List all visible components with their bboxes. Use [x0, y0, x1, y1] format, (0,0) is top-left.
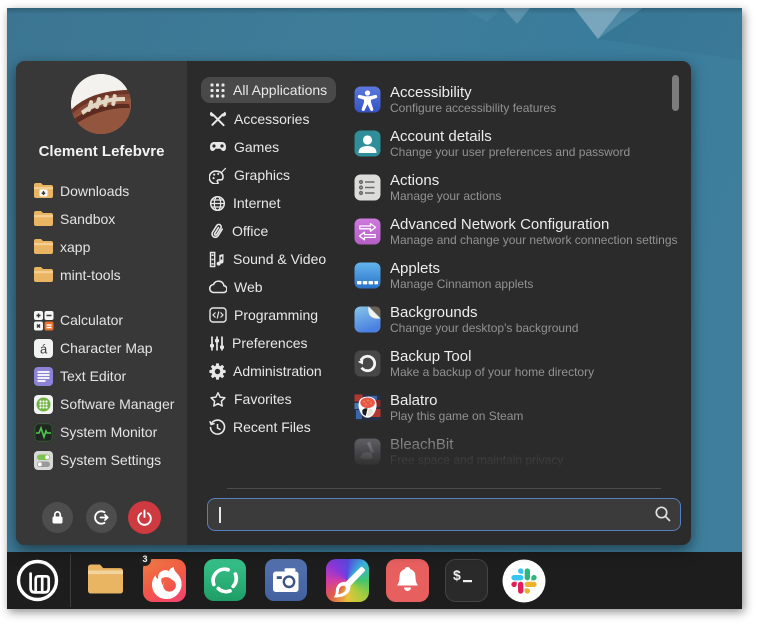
svg-text:á: á: [40, 341, 48, 356]
svg-text:$: $: [453, 567, 461, 583]
